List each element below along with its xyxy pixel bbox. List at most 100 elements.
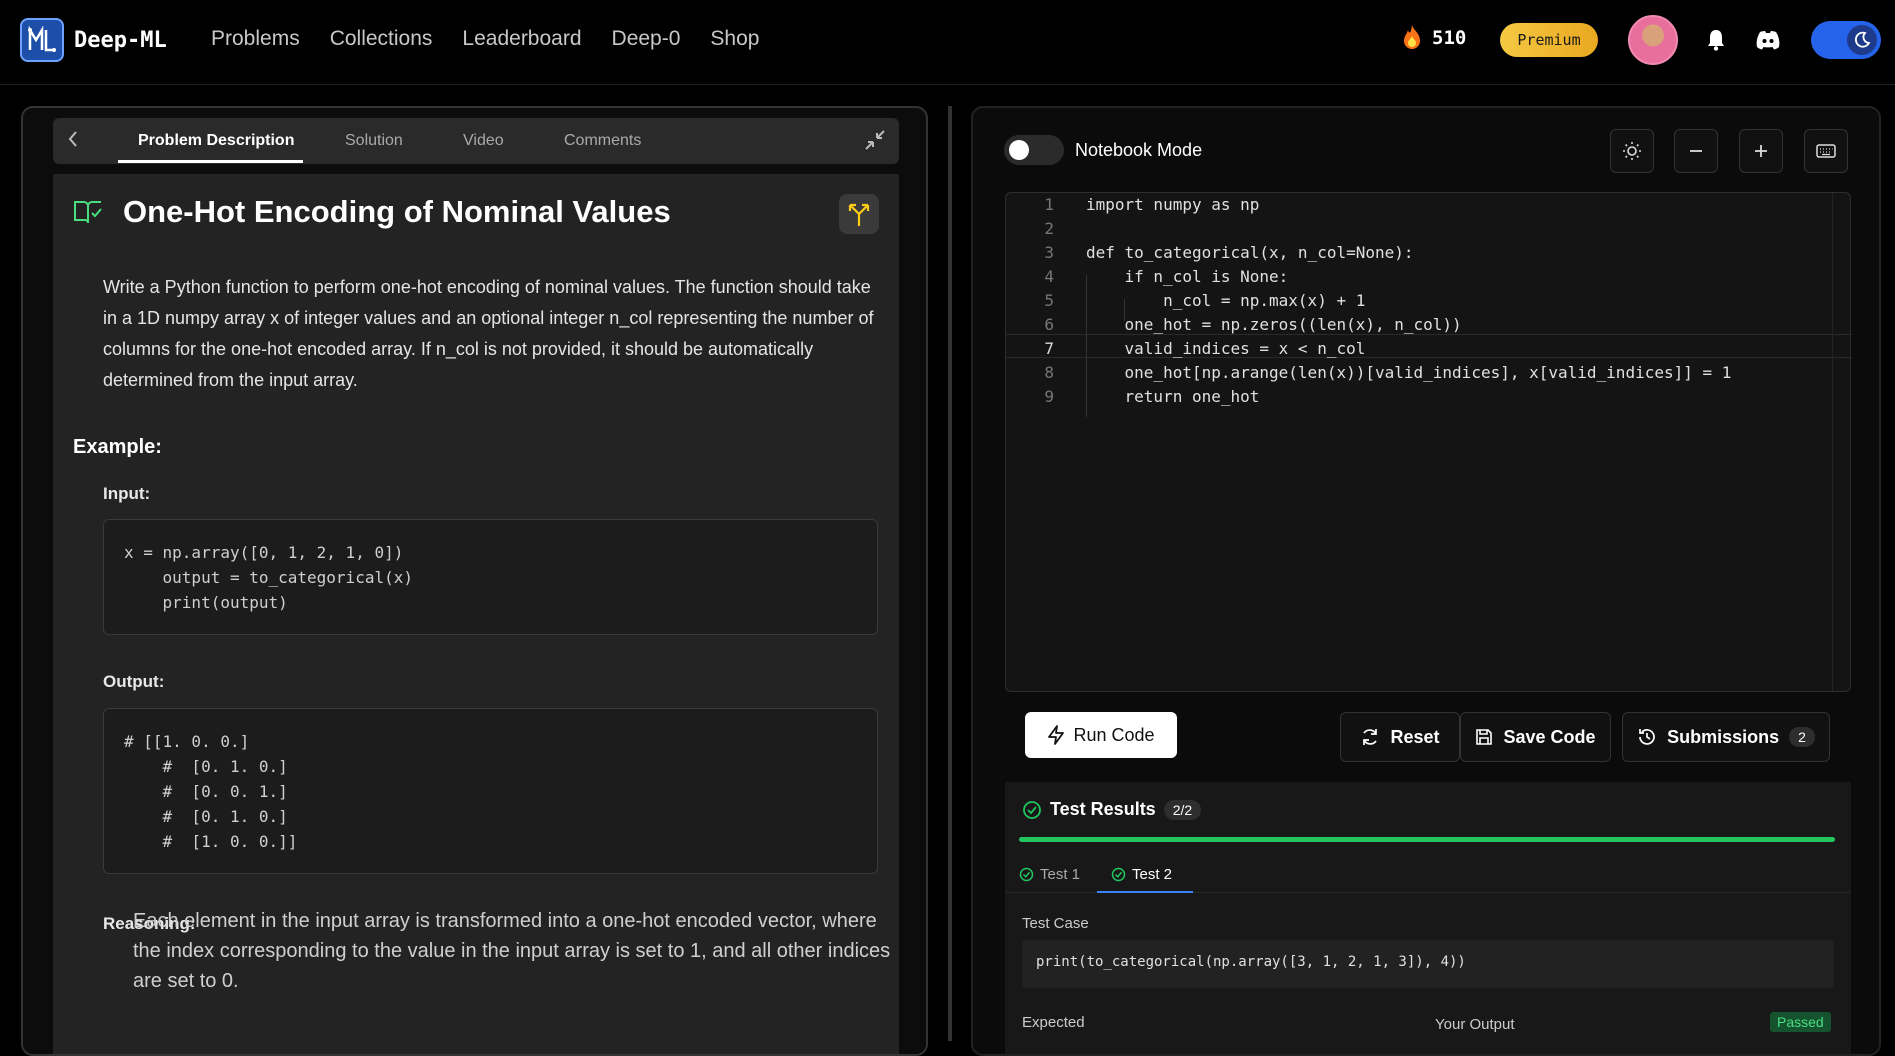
code-text: n_col = np.max(x) + 1 <box>1086 291 1366 310</box>
test-2-label: Test 2 <box>1132 866 1173 883</box>
test-case-code: print(to_categorical(np.array([3, 1, 2, … <box>1022 940 1834 988</box>
code-text: if n_col is None: <box>1086 267 1289 286</box>
nav-shop[interactable]: Shop <box>710 27 759 51</box>
line-number: 3 <box>1044 243 1054 262</box>
chevron-left-icon[interactable] <box>67 130 79 154</box>
submissions-count: 2 <box>1789 727 1815 747</box>
refresh-icon <box>1363 729 1378 745</box>
test-tabs: Test 1 Test 2 <box>1005 856 1851 893</box>
example-heading: Example: <box>73 436 162 458</box>
test-score: 2/2 <box>1163 799 1202 820</box>
brand-logo[interactable]: Deep-ML <box>20 18 167 62</box>
check-circle-icon <box>1023 800 1041 819</box>
check-circle-icon <box>1019 867 1034 882</box>
code-text: valid_indices = x < n_col <box>1086 339 1366 358</box>
plus-icon <box>1755 145 1767 157</box>
editor-panel: Notebook Mode 1 import numpy as np 2 3 def… <box>971 106 1881 1056</box>
run-code-label: Run Code <box>1073 724 1155 745</box>
zoom-in-button[interactable] <box>1739 129 1783 173</box>
active-tab-indicator <box>118 160 303 163</box>
expected-label: Expected <box>1022 1014 1085 1031</box>
tab-test-2[interactable]: Test 2 <box>1111 866 1172 883</box>
streak-count: 510 <box>1432 27 1467 49</box>
reset-button[interactable]: Reset <box>1340 712 1460 762</box>
save-icon <box>1476 729 1493 745</box>
brand-name: Deep-ML <box>74 27 167 53</box>
editor-scrollbar[interactable] <box>1832 193 1850 693</box>
line-number: 1 <box>1044 195 1054 214</box>
output-heading: Output: <box>103 672 165 691</box>
collapse-icon[interactable] <box>863 128 887 157</box>
test-results-header: Test Results 2/2 <box>1022 799 1202 820</box>
submissions-label: Submissions <box>1667 726 1780 747</box>
test-progress-bar <box>1019 837 1835 842</box>
nav-problems[interactable]: Problems <box>211 27 300 51</box>
split-arrow-icon <box>848 203 870 226</box>
nav-deep-0[interactable]: Deep-0 <box>612 27 681 51</box>
line-number: 9 <box>1044 387 1054 406</box>
check-circle-icon <box>1111 867 1126 882</box>
line-number: 8 <box>1044 363 1054 382</box>
bell-icon[interactable] <box>1706 29 1726 51</box>
reasoning-text: Each element in the input array is trans… <box>133 910 891 992</box>
tab-solution[interactable]: Solution <box>345 132 403 150</box>
test-results-panel: Test Results 2/2 Test 1 Test 2 Test Case… <box>1005 782 1851 1054</box>
top-nav: Deep-ML Problems Collections Leaderboard… <box>0 0 1895 85</box>
input-heading: Input: <box>103 484 151 503</box>
submissions-button[interactable]: Submissions 2 <box>1622 712 1830 762</box>
reset-label: Reset <box>1390 726 1440 747</box>
logo-icon <box>20 18 64 62</box>
problem-panel: Problem Description Solution Video Comme… <box>21 106 928 1056</box>
hint-button[interactable] <box>839 194 879 234</box>
code-editor[interactable]: 1 import numpy as np 2 3 def to_categorica… <box>1005 192 1852 693</box>
main-nav: Problems Collections Leaderboard Deep-0 … <box>211 27 759 51</box>
test-1-label: Test 1 <box>1040 866 1081 883</box>
line-number: 4 <box>1044 267 1054 286</box>
line-number: 5 <box>1044 291 1054 310</box>
code-text: return one_hot <box>1086 387 1260 406</box>
problem-title: One-Hot Encoding of Nominal Values <box>123 194 671 229</box>
your-output-label: Your Output <box>1435 1016 1515 1033</box>
line-number: 2 <box>1044 219 1054 238</box>
lightning-icon <box>1048 725 1065 745</box>
code-text: one_hot = np.zeros((len(x), n_col)) <box>1086 315 1462 334</box>
tab-video[interactable]: Video <box>463 132 504 150</box>
sun-icon[interactable] <box>1610 129 1654 173</box>
fire-icon <box>1404 25 1420 49</box>
discord-icon[interactable] <box>1755 30 1781 50</box>
save-code-label: Save Code <box>1503 726 1596 747</box>
tab-test-1[interactable]: Test 1 <box>1019 866 1080 883</box>
premium-badge[interactable]: Premium <box>1500 23 1598 57</box>
book-check-icon <box>73 198 103 231</box>
status-badge: Passed <box>1770 1012 1831 1032</box>
tab-comments[interactable]: Comments <box>564 132 641 150</box>
line-number: 7 <box>1044 339 1054 358</box>
line-number: 6 <box>1044 315 1054 334</box>
panel-resize-handle[interactable] <box>948 106 952 1041</box>
input-code-block: x = np.array([0, 1, 2, 1, 0]) output = t… <box>103 519 878 635</box>
active-test-indicator <box>1097 891 1193 893</box>
run-code-button[interactable]: Run Code <box>1025 712 1177 758</box>
keyboard-shortcuts-button[interactable] <box>1804 129 1848 173</box>
nav-leaderboard[interactable]: Leaderboard <box>462 27 581 51</box>
toggle-knob <box>1009 140 1029 160</box>
keyboard-icon <box>1816 144 1836 158</box>
tab-problem-description[interactable]: Problem Description <box>138 132 294 150</box>
save-code-button[interactable]: Save Code <box>1460 712 1611 762</box>
test-case-label: Test Case <box>1022 915 1089 932</box>
code-text: def to_categorical(x, n_col=None): <box>1086 243 1414 262</box>
test-results-title: Test Results <box>1050 799 1156 819</box>
avatar[interactable] <box>1628 15 1678 65</box>
nav-collections[interactable]: Collections <box>330 27 433 51</box>
streak-counter[interactable]: 510 <box>1400 24 1466 52</box>
notebook-mode-label: Notebook Mode <box>1075 140 1203 160</box>
problem-tabs: Problem Description Solution Video Comme… <box>53 118 899 164</box>
theme-toggle[interactable] <box>1811 21 1881 59</box>
minus-icon <box>1690 150 1702 152</box>
history-icon <box>1639 729 1655 745</box>
zoom-out-button[interactable] <box>1674 129 1718 173</box>
problem-content: One-Hot Encoding of Nominal Values Write… <box>53 174 899 1054</box>
moon-icon <box>1847 25 1877 55</box>
notebook-mode-toggle[interactable] <box>1004 135 1064 165</box>
problem-description: Write a Python function to perform one-h… <box>103 277 874 390</box>
